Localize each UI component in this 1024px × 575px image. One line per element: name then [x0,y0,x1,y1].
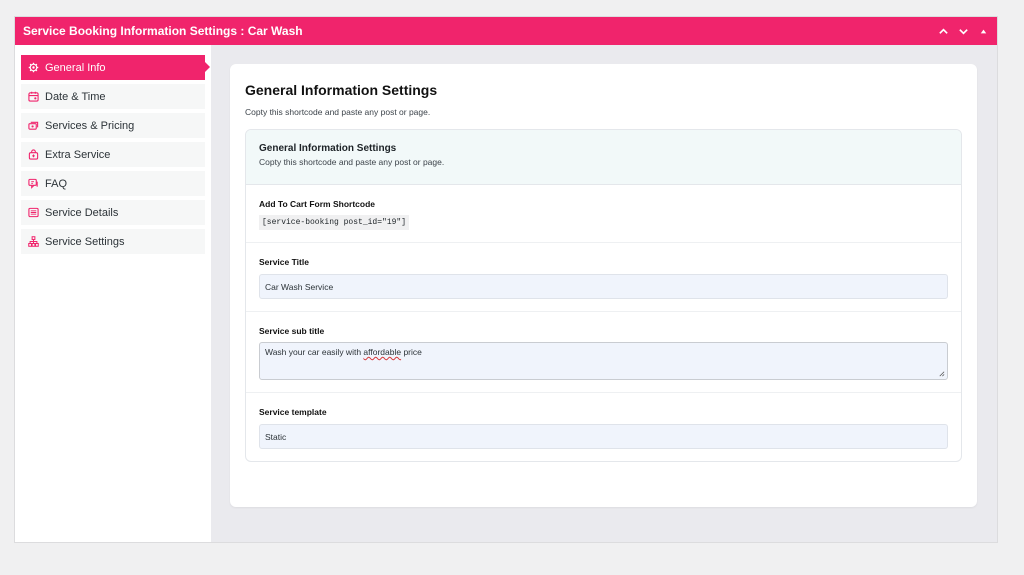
service-subtitle-label: Service sub title [259,326,325,336]
service-template-select[interactable]: Static [259,424,948,449]
gear-icon [28,62,39,73]
settings-card: General Information Settings Copty this … [230,64,977,507]
resize-handle-icon[interactable] [938,370,945,377]
service-title-input[interactable]: Car Wash Service [259,274,948,299]
list-icon [28,207,39,218]
collapse-toggle-icon[interactable] [975,23,991,39]
section-header: General Information Settings Copty this … [246,130,961,185]
move-up-icon[interactable] [935,23,951,39]
sitemap-icon [28,236,39,247]
sidebar-item-extra-service[interactable]: Extra Service [21,142,205,167]
service-subtitle-row: Service sub title Wash your car easily w… [246,312,961,393]
service-template-row: Service template Static [246,393,961,461]
sidebar-item-faq[interactable]: FAQ [21,171,205,196]
textarea-text-end: price [401,347,422,357]
card-subtitle: Copty this shortcode and paste any post … [245,107,431,117]
bag-icon [28,149,39,160]
section-title: General Information Settings [259,143,397,154]
sidebar-item-label: Service Settings [45,235,125,248]
shortcode-row: Add To Cart Form Shortcode [service-book… [246,185,961,243]
panel-header: Service Booking Information Settings : C… [15,17,997,45]
sidebar-item-date-time[interactable]: Date & Time [21,84,205,109]
sidebar-item-label: Date & Time [45,90,106,103]
sidebar-item-label: FAQ [45,177,68,190]
shortcode-value[interactable]: [service-booking post_id="19"] [259,215,410,230]
sidebar-item-label: Extra Service [45,148,111,161]
money-icon [28,120,39,131]
sidebar-item-service-details[interactable]: Service Details [21,200,205,225]
service-template-label: Service template [259,407,327,417]
faq-icon [28,178,39,189]
section-subtitle: Copty this shortcode and paste any post … [259,157,445,167]
service-title-label: Service Title [259,257,309,267]
content-area: General Information Settings Copty this … [211,45,997,542]
settings-panel: Service Booking Information Settings : C… [14,16,998,543]
sidebar-item-service-settings[interactable]: Service Settings [21,229,205,254]
settings-section: General Information Settings Copty this … [245,129,962,462]
sidebar-item-general-info[interactable]: General Info [21,55,210,80]
service-title-row: Service Title Car Wash Service [246,243,961,312]
card-title: General Information Settings [245,82,438,98]
calendar-icon [28,91,39,102]
sidebar-item-services-pricing[interactable]: Services & Pricing [21,113,205,138]
sidebar-item-label: General Info [45,61,106,74]
textarea-text-start: Wash your car easily with [265,347,364,357]
move-down-icon[interactable] [955,23,971,39]
spellcheck-word: affordable [363,347,402,357]
shortcode-label: Add To Cart Form Shortcode [259,199,376,209]
sidebar-item-label: Service Details [45,206,119,219]
panel-controls [935,23,991,39]
service-subtitle-textarea[interactable]: Wash your car easily with affordable pri… [259,342,948,380]
sidebar-item-label: Services & Pricing [45,119,135,132]
panel-title: Service Booking Information Settings : C… [23,24,303,38]
sidebar: General Info Date & Time Services & Pric… [15,45,211,542]
